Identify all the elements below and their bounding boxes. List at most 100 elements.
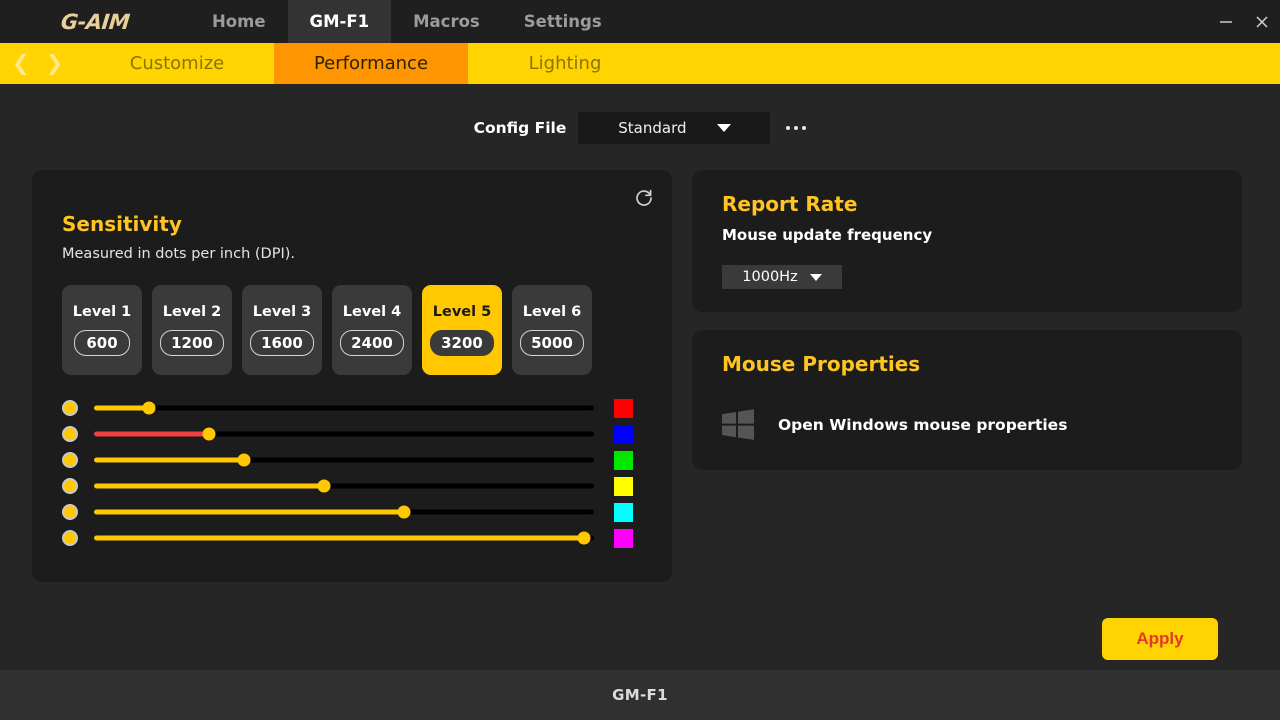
dpi-slider-row-5 (62, 499, 642, 525)
window-controls (1208, 0, 1280, 43)
open-windows-mouse-properties-label: Open Windows mouse properties (778, 416, 1068, 434)
chevron-down-icon (809, 273, 822, 281)
brand-logo: G-AIM (0, 0, 190, 43)
dpi-slider-5-toggle[interactable] (62, 504, 78, 520)
connected-device-name: GM-F1 (612, 686, 668, 704)
dpi-slider-1-color-swatch[interactable] (614, 398, 633, 418)
sensitivity-title: Sensitivity (62, 212, 182, 236)
dpi-slider-6-toggle[interactable] (62, 530, 78, 546)
dpi-level-5[interactable]: Level 5 3200 (422, 285, 502, 375)
report-rate-panel: Report Rate Mouse update frequency 1000H… (692, 170, 1242, 312)
dpi-level-6-value[interactable]: 5000 (520, 330, 584, 356)
tab-lighting[interactable]: Lighting (468, 43, 662, 84)
close-icon[interactable] (1244, 0, 1280, 43)
dpi-slider-6-handle[interactable] (577, 531, 591, 545)
config-file-row: Config File Standard (0, 112, 1280, 144)
dpi-slider-row-6 (62, 525, 642, 551)
dpi-slider-4-fill (94, 483, 324, 489)
dpi-slider-row-2 (62, 421, 642, 447)
sensitivity-subtitle: Measured in dots per inch (DPI). (62, 246, 295, 262)
dpi-slider-2-color-swatch[interactable] (614, 424, 633, 444)
windows-logo-icon (720, 408, 756, 442)
dpi-level-2[interactable]: Level 2 1200 (152, 285, 232, 375)
dpi-level-5-value[interactable]: 3200 (430, 330, 494, 356)
config-more-options-button[interactable] (786, 126, 807, 130)
dpi-slider-4-toggle[interactable] (62, 478, 78, 494)
dpi-slider-list (62, 395, 642, 551)
dpi-level-list: Level 1 600 Level 2 1200 Level 3 1600 Le… (62, 285, 592, 375)
config-file-value: Standard (618, 119, 687, 137)
chevron-down-icon (716, 124, 731, 132)
dpi-slider-row-3 (62, 447, 642, 473)
report-rate-select[interactable]: 1000Hz (722, 265, 842, 289)
dpi-slider-3-fill (94, 457, 244, 463)
dpi-slider-3[interactable] (94, 452, 594, 468)
dpi-level-4-value[interactable]: 2400 (340, 330, 404, 356)
dpi-slider-5[interactable] (94, 504, 594, 520)
dpi-level-4[interactable]: Level 4 2400 (332, 285, 412, 375)
dpi-level-3[interactable]: Level 3 1600 (242, 285, 322, 375)
main-nav-tabs: Home GM-F1 Macros Settings (190, 0, 624, 43)
dpi-slider-6[interactable] (94, 530, 594, 546)
dpi-slider-2-handle[interactable] (202, 427, 216, 441)
dpi-slider-1[interactable] (94, 400, 594, 416)
nav-tab-home[interactable]: Home (190, 0, 288, 43)
dpi-level-2-name: Level 2 (162, 304, 222, 320)
report-rate-subtitle: Mouse update frequency (722, 226, 933, 244)
dot-3 (802, 126, 807, 130)
dpi-slider-4[interactable] (94, 478, 594, 494)
section-tab-bar: ❮ ❯ Customize Performance Lighting (0, 43, 1280, 84)
reset-sensitivity-icon[interactable] (630, 184, 658, 212)
dpi-slider-1-track (94, 405, 594, 411)
chevron-right-icon[interactable]: ❯ (46, 53, 64, 74)
dpi-slider-row-4 (62, 473, 642, 499)
dpi-slider-4-handle[interactable] (317, 479, 331, 493)
report-rate-value: 1000Hz (742, 269, 798, 285)
app-root: G-AIM Home GM-F1 Macros Settings ❮ ❯ Cus… (0, 0, 1280, 720)
dpi-level-1-name: Level 1 (72, 304, 132, 320)
section-tabs: Customize Performance Lighting (80, 43, 662, 84)
dot-2 (794, 126, 799, 130)
dpi-level-1-value[interactable]: 600 (74, 330, 130, 356)
dpi-level-6-name: Level 6 (522, 304, 582, 320)
tab-customize[interactable]: Customize (80, 43, 274, 84)
dpi-level-3-value[interactable]: 1600 (250, 330, 314, 356)
tab-performance[interactable]: Performance (274, 43, 468, 84)
dpi-slider-5-color-swatch[interactable] (614, 502, 633, 522)
minimize-icon[interactable] (1208, 0, 1244, 43)
dpi-slider-3-color-swatch[interactable] (614, 450, 633, 470)
mouse-properties-panel: Mouse Properties Open Windows mouse prop… (692, 330, 1242, 470)
dpi-slider-3-handle[interactable] (237, 453, 251, 467)
config-file-select[interactable]: Standard (578, 112, 771, 144)
dot-1 (786, 126, 791, 130)
report-rate-title: Report Rate (722, 192, 858, 216)
tab-scroll-arrows: ❮ ❯ (0, 43, 80, 84)
dpi-level-2-value[interactable]: 1200 (160, 330, 224, 356)
nav-tab-settings[interactable]: Settings (502, 0, 624, 43)
status-bar: GM-F1 (0, 670, 1280, 720)
dpi-level-6[interactable]: Level 6 5000 (512, 285, 592, 375)
dpi-level-4-name: Level 4 (342, 304, 402, 320)
open-windows-mouse-properties-button[interactable]: Open Windows mouse properties (720, 408, 1067, 442)
dpi-slider-6-color-swatch[interactable] (614, 528, 633, 548)
dpi-slider-2[interactable] (94, 426, 594, 442)
mouse-properties-title: Mouse Properties (722, 352, 921, 376)
dpi-slider-5-fill (94, 509, 404, 515)
dpi-level-1[interactable]: Level 1 600 (62, 285, 142, 375)
sensitivity-panel: Sensitivity Measured in dots per inch (D… (32, 170, 672, 582)
dpi-slider-4-color-swatch[interactable] (614, 476, 633, 496)
dpi-slider-row-1 (62, 395, 642, 421)
chevron-left-icon[interactable]: ❮ (12, 53, 30, 74)
nav-tab-macros[interactable]: Macros (391, 0, 502, 43)
dpi-slider-2-fill (94, 431, 209, 437)
apply-button[interactable]: Apply (1102, 618, 1218, 660)
nav-tab-gm-f1[interactable]: GM-F1 (287, 0, 392, 43)
dpi-level-5-name: Level 5 (432, 304, 492, 320)
dpi-slider-1-handle[interactable] (142, 401, 156, 415)
title-bar: G-AIM Home GM-F1 Macros Settings (0, 0, 1280, 43)
dpi-slider-1-toggle[interactable] (62, 400, 78, 416)
dpi-slider-2-toggle[interactable] (62, 426, 78, 442)
dpi-level-3-name: Level 3 (252, 304, 312, 320)
dpi-slider-5-handle[interactable] (397, 505, 411, 519)
dpi-slider-3-toggle[interactable] (62, 452, 78, 468)
